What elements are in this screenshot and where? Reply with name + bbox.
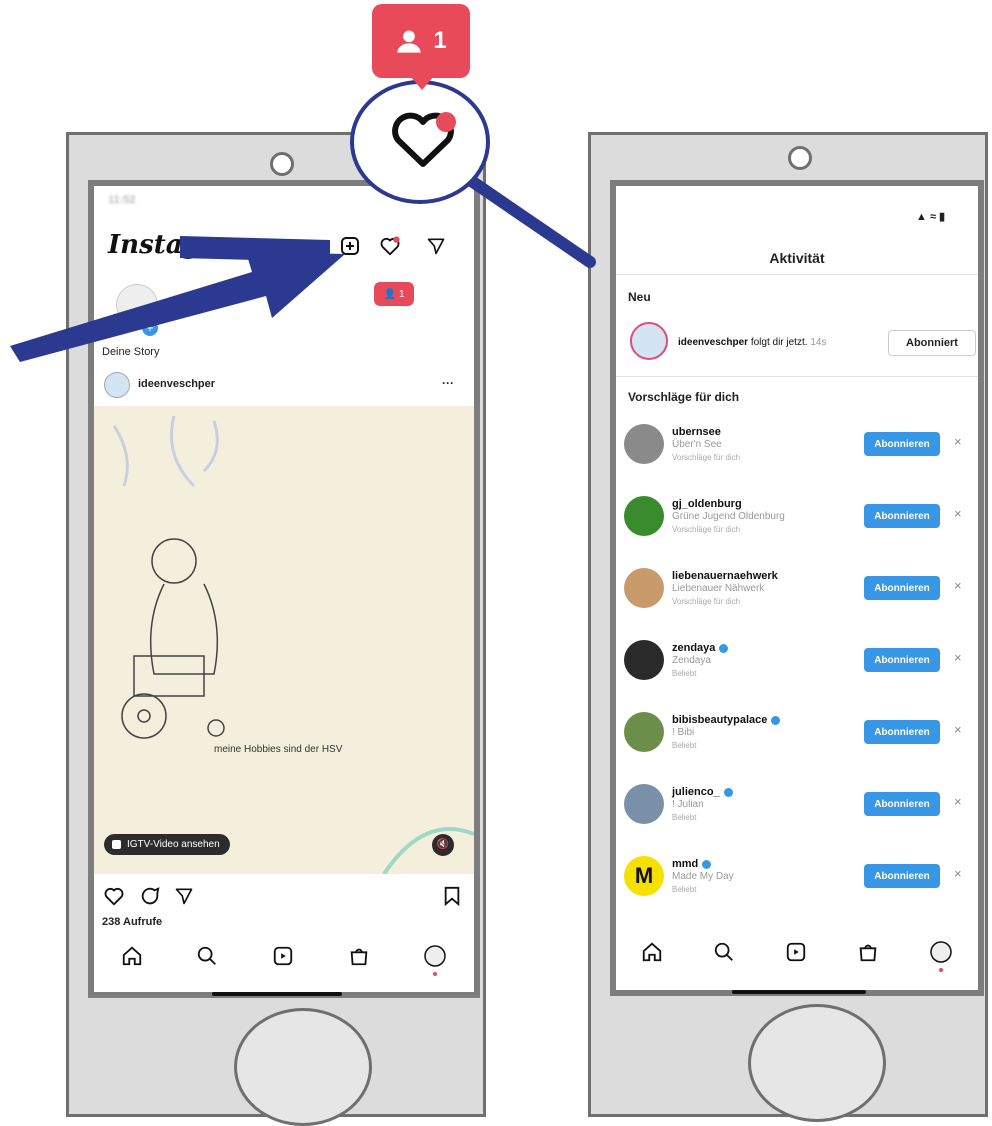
user-icon: [397, 30, 421, 53]
magnifier-circle: [350, 80, 490, 204]
heart-icon-large: [388, 110, 458, 175]
annotation-arrows: [10, 174, 596, 362]
notification-badge-large: 1: [372, 4, 470, 78]
badge-pointer: [410, 76, 434, 90]
